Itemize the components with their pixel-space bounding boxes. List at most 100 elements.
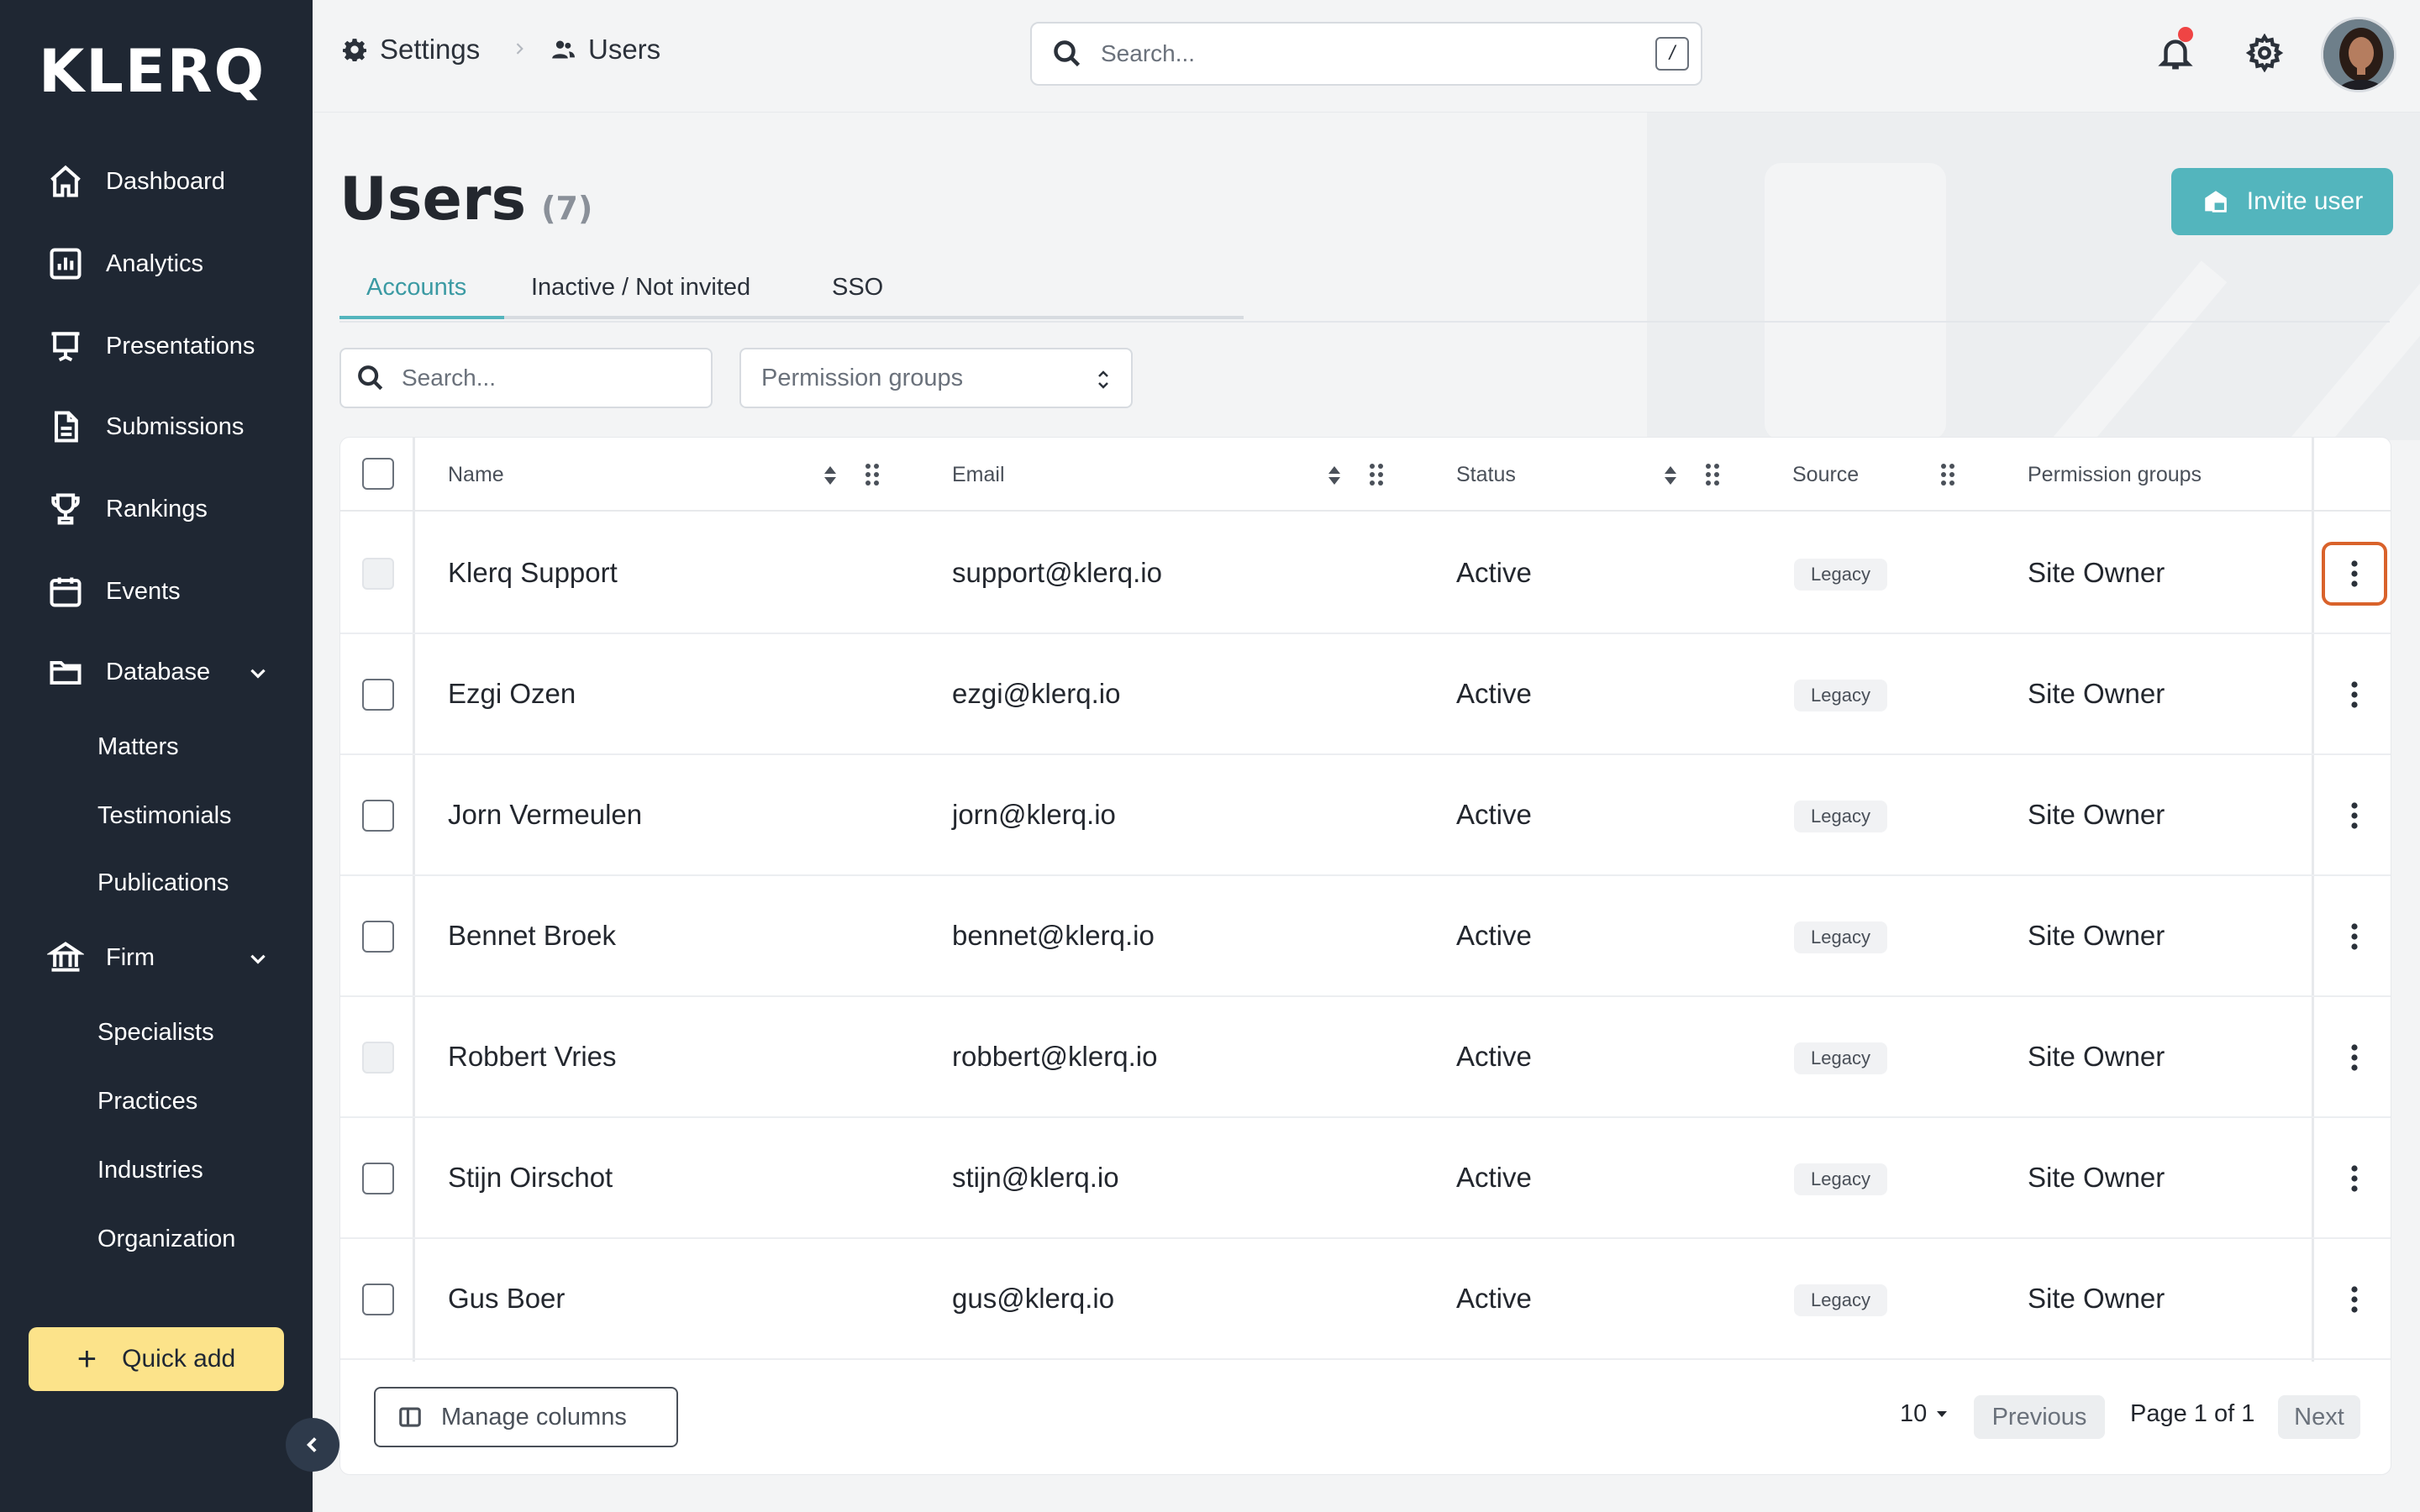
sidebar-item-presentations[interactable]: Presentations	[47, 321, 291, 371]
breadcrumb-settings[interactable]: Settings	[343, 34, 480, 66]
chevron-right-icon	[511, 40, 528, 57]
source-badge: Legacy	[1794, 559, 1887, 591]
user-status: Active	[1456, 920, 1532, 951]
more-vertical-icon	[2351, 560, 2358, 587]
sidebar-item-firm[interactable]: Firm	[47, 932, 291, 983]
sidebar-item-database[interactable]: Database	[47, 647, 291, 697]
row-checkbox	[362, 1042, 394, 1074]
column-header-permission-groups[interactable]: Permission groups	[2028, 463, 2202, 487]
next-page-button[interactable]: Next	[2278, 1395, 2360, 1439]
column-header-source[interactable]: Source	[1792, 463, 1859, 487]
chevron-down-icon[interactable]	[247, 662, 269, 684]
page-size-select[interactable]: 10	[1900, 1400, 1948, 1428]
drag-handle-icon[interactable]	[865, 463, 880, 486]
page-title-text: Users	[339, 165, 527, 234]
tabs: Accounts Inactive / Not invited SSO	[339, 269, 2390, 323]
drag-handle-icon[interactable]	[1940, 463, 1955, 486]
sidebar-item-rankings[interactable]: Rankings	[47, 484, 291, 534]
table-row[interactable]: Stijn Oirschot stijn@klerq.io Active Legacy…	[340, 1118, 2391, 1239]
user-status: Active	[1456, 1162, 1532, 1193]
user-name: Ezgi Ozen	[448, 678, 576, 709]
sidebar-item-events[interactable]: Events	[47, 566, 291, 617]
row-actions-button[interactable]	[2322, 784, 2387, 848]
sidebar-item-dashboard[interactable]: Dashboard	[47, 156, 291, 207]
sidebar-subitem-industries[interactable]: Industries	[97, 1157, 203, 1184]
sort-icon[interactable]	[823, 465, 838, 486]
global-search-input[interactable]	[1101, 40, 1622, 67]
table-row[interactable]: Gus Boer gus@klerq.io Active Legacy Site Own…	[340, 1239, 2391, 1360]
permission-groups-select[interactable]: Permission groups	[739, 348, 1133, 408]
user-status: Active	[1456, 678, 1532, 709]
row-checkbox[interactable]	[362, 921, 394, 953]
sidebar-subitem-practices[interactable]: Practices	[97, 1088, 197, 1116]
search-icon	[1052, 39, 1082, 69]
user-email: bennet@klerq.io	[952, 920, 1155, 951]
drag-handle-icon[interactable]	[1369, 463, 1384, 486]
user-status: Active	[1456, 557, 1532, 588]
row-checkbox[interactable]	[362, 800, 394, 832]
row-checkbox[interactable]	[362, 1284, 394, 1315]
drag-handle-icon[interactable]	[1705, 463, 1720, 486]
user-email: support@klerq.io	[952, 557, 1162, 588]
page-size-value: 10	[1900, 1400, 1928, 1427]
sidebar-subitem-publications[interactable]: Publications	[97, 869, 229, 897]
select-all-checkbox[interactable]	[362, 458, 394, 490]
table-row[interactable]: Klerq Support support@klerq.io Active Legac…	[340, 513, 2391, 634]
row-checkbox[interactable]	[362, 679, 394, 711]
user-avatar[interactable]	[2321, 17, 2396, 92]
table-search[interactable]	[339, 348, 713, 408]
settings-button[interactable]	[2245, 33, 2284, 73]
user-permission-group: Site Owner	[2028, 799, 2165, 830]
sidebar-item-label: Firm	[106, 943, 155, 971]
klerq-logo[interactable]: KLERQ	[39, 37, 266, 106]
sidebar-subitem-organization[interactable]: Organization	[97, 1226, 235, 1253]
user-status: Active	[1456, 1041, 1532, 1072]
chevron-down-icon[interactable]	[247, 948, 269, 969]
user-permission-group: Site Owner	[2028, 1041, 2165, 1072]
sidebar-subitem-matters[interactable]: Matters	[97, 733, 179, 761]
sidebar-item-submissions[interactable]: Submissions	[47, 402, 291, 452]
invite-user-button[interactable]: Invite user	[2171, 168, 2393, 235]
row-actions-button[interactable]	[2322, 905, 2387, 969]
more-vertical-icon	[2351, 1165, 2358, 1192]
row-actions-button[interactable]	[2322, 663, 2387, 727]
breadcrumb-users[interactable]: Users	[551, 34, 660, 66]
notifications-button[interactable]	[2156, 27, 2195, 72]
column-header-email[interactable]: Email	[952, 463, 1005, 487]
source-badge: Legacy	[1794, 1042, 1887, 1074]
quick-add-button[interactable]: + Quick add	[29, 1327, 284, 1391]
folder-icon	[47, 654, 84, 690]
row-actions-button[interactable]	[2322, 542, 2387, 606]
user-status: Active	[1456, 1283, 1532, 1314]
sidebar-subitem-specialists[interactable]: Specialists	[97, 1019, 214, 1047]
table-row[interactable]: Ezgi Ozen ezgi@klerq.io Active Legacy Site O…	[340, 634, 2391, 755]
active-tab-indicator	[339, 316, 504, 319]
manage-columns-label: Manage columns	[441, 1403, 627, 1431]
home-icon	[47, 163, 84, 200]
sidebar-subitem-testimonials[interactable]: Testimonials	[97, 802, 232, 830]
column-header-name[interactable]: Name	[448, 463, 504, 487]
table-row[interactable]: Robbert Vries robbert@klerq.io Active Legac…	[340, 997, 2391, 1118]
quick-add-label: Quick add	[122, 1345, 236, 1373]
table-row[interactable]: Bennet Broek bennet@klerq.io Active Legacy S…	[340, 876, 2391, 997]
sidebar-item-label: Analytics	[106, 249, 204, 277]
sort-icon[interactable]	[1327, 465, 1342, 486]
row-actions-button[interactable]	[2322, 1026, 2387, 1089]
invite-user-label: Invite user	[2246, 187, 2364, 215]
table-search-input[interactable]	[402, 365, 704, 391]
column-header-status[interactable]: Status	[1456, 463, 1516, 487]
sort-icon[interactable]	[1663, 465, 1678, 486]
table-row[interactable]: Jorn Vermeulen jorn@klerq.io Active Legacy S…	[340, 755, 2391, 876]
global-search[interactable]: /	[1030, 22, 1702, 86]
manage-columns-button[interactable]: Manage columns	[374, 1387, 678, 1447]
collapse-sidebar-button[interactable]	[286, 1418, 339, 1472]
users-table: Name Email Status Source Permission grou…	[339, 437, 2391, 1475]
previous-page-button[interactable]: Previous	[1974, 1395, 2105, 1439]
row-checkbox[interactable]	[362, 1163, 394, 1194]
user-email: ezgi@klerq.io	[952, 678, 1121, 709]
sidebar-item-analytics[interactable]: Analytics	[47, 239, 291, 289]
columns-icon	[399, 1407, 421, 1427]
user-name: Stijn Oirschot	[448, 1162, 613, 1193]
row-actions-button[interactable]	[2322, 1268, 2387, 1331]
row-actions-button[interactable]	[2322, 1147, 2387, 1210]
